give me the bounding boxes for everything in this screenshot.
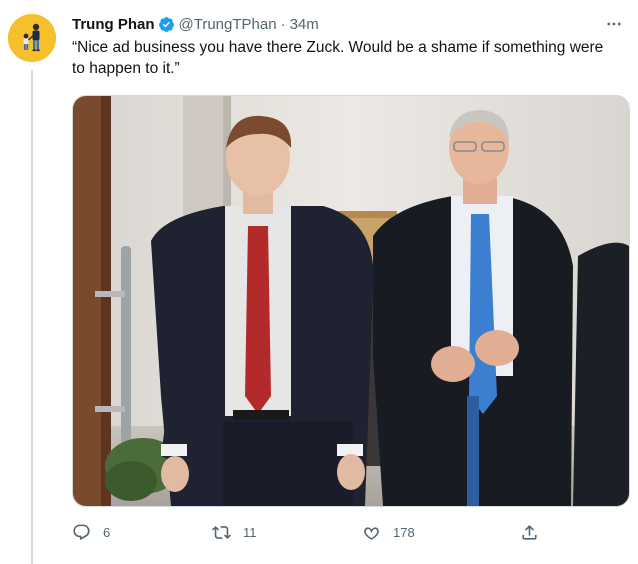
thread-line <box>31 70 33 564</box>
share-button[interactable] <box>520 520 539 544</box>
verified-badge-icon <box>158 16 175 33</box>
photo-image <box>73 96 629 506</box>
tweet-photo[interactable] <box>72 95 630 507</box>
separator-dot: · <box>280 15 286 33</box>
tweet-header: Trung Phan @TrungTPhan · 34m <box>72 14 319 34</box>
more-options-button[interactable] <box>600 10 628 38</box>
tweet-actions: 6 11 178 <box>72 520 542 544</box>
reply-count: 6 <box>103 524 111 540</box>
timestamp[interactable]: 34m <box>290 16 319 33</box>
like-count: 178 <box>393 524 415 540</box>
share-icon <box>522 524 537 540</box>
author-name[interactable]: Trung Phan <box>72 16 155 33</box>
avatar-illustration <box>8 14 56 62</box>
retweet-button[interactable]: 11 <box>212 520 257 544</box>
retweet-count: 11 <box>243 524 257 540</box>
like-button[interactable]: 178 <box>362 520 415 544</box>
tweet-text: “Nice ad business you have there Zuck. W… <box>72 39 604 77</box>
avatar[interactable] <box>8 14 56 62</box>
more-dots-icon <box>607 22 621 26</box>
tweet[interactable]: Trung Phan @TrungTPhan · 34m “Nice ad bu… <box>0 0 638 564</box>
heart-icon <box>364 526 379 540</box>
author-handle[interactable]: @TrungTPhan <box>179 16 277 33</box>
retweet-icon <box>212 525 231 539</box>
reply-icon <box>73 524 90 540</box>
reply-button[interactable]: 6 <box>72 520 110 544</box>
